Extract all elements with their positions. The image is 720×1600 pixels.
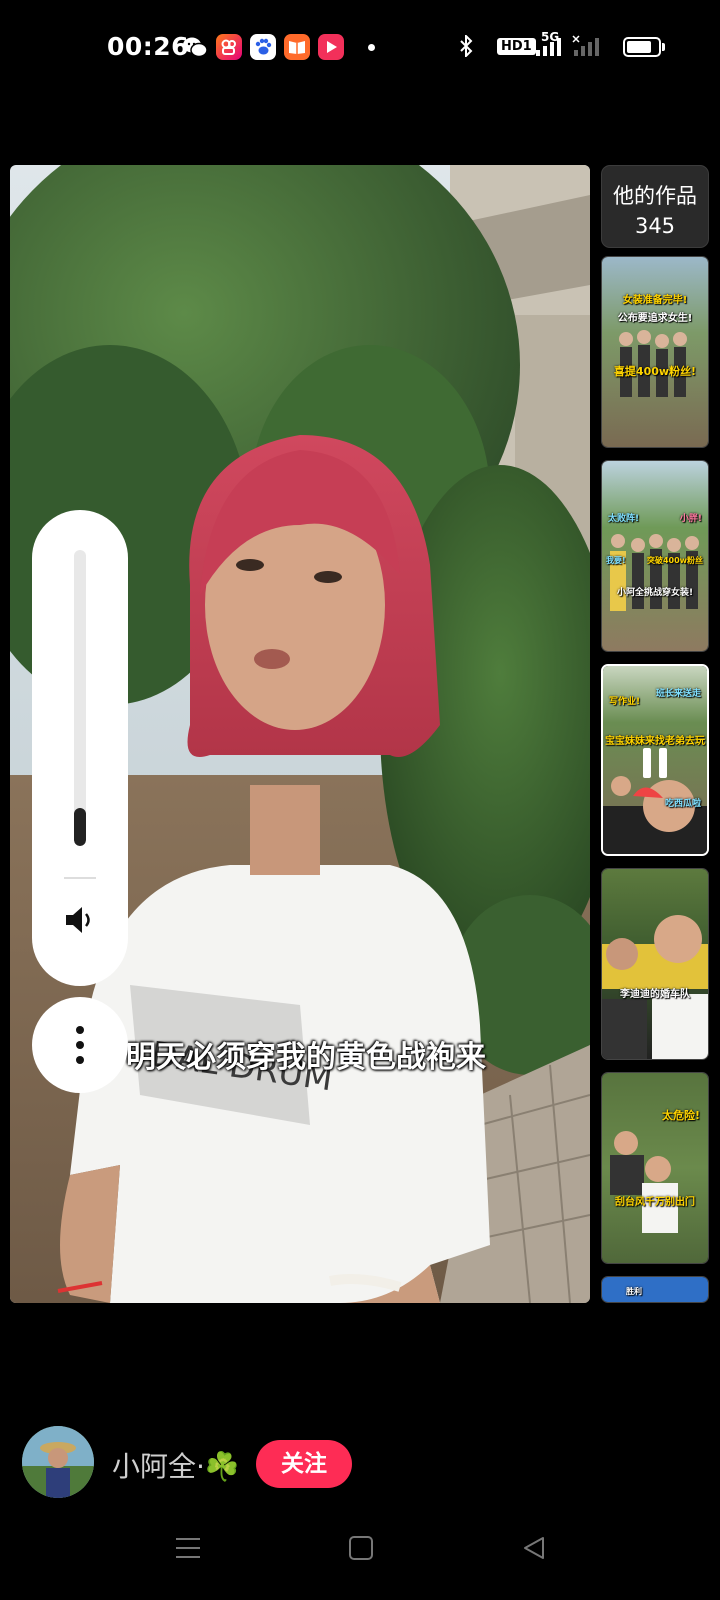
nav-home-button[interactable] xyxy=(349,1536,373,1564)
kuaishou-icon xyxy=(216,34,242,60)
clover-icon: ☘️ xyxy=(204,1450,240,1483)
status-bar: 00:26 HD1 5G xyxy=(0,0,720,96)
menu-icon xyxy=(176,1538,200,1558)
more-vertical-icon xyxy=(76,1026,84,1064)
thumbnail-caption: 小胖! xyxy=(679,514,702,524)
thumbnail-caption: 我要! xyxy=(606,556,626,565)
baidu-icon xyxy=(250,34,276,60)
thumbnail-caption: 喜提400w粉丝! xyxy=(613,365,697,378)
work-thumbnail-4[interactable]: 李迪迪的婚车队 xyxy=(601,868,709,1060)
back-icon xyxy=(524,1537,544,1559)
volume-divider xyxy=(64,877,96,879)
thumbnail-caption: 太危险! xyxy=(661,1109,700,1122)
volume-panel[interactable] xyxy=(32,510,128,986)
battery-tip xyxy=(662,43,665,51)
video-app-icon xyxy=(318,34,344,60)
work-thumbnail-1[interactable]: 女装准备完毕! 公布要追求女生! 喜提400w粉丝! xyxy=(601,256,709,448)
work-thumbnail-6[interactable]: 胜利 xyxy=(601,1276,709,1303)
thumbnail-caption: 胜利 xyxy=(626,1287,642,1296)
battery-fill xyxy=(627,41,651,53)
work-thumbnail-2[interactable]: 太败阵! 小胖! 突破400w粉丝 我要! 小阿全挑战穿女装! xyxy=(601,460,709,652)
notification-dot xyxy=(368,44,375,51)
bluetooth-icon xyxy=(459,33,473,61)
author-name[interactable]: 小阿全·☘️ xyxy=(112,1445,240,1485)
work-thumbnail-5[interactable]: 太危险! 刮台风千万别出门 xyxy=(601,1072,709,1264)
thumbnail-caption: 李迪迪的婚车队 xyxy=(620,989,690,1000)
nav-back-button[interactable] xyxy=(522,1536,546,1564)
video-subtitle: 明天必须穿我的黄色战袍来 xyxy=(126,1040,486,1075)
hd-badge: HD1 xyxy=(497,38,536,55)
signal-icon xyxy=(534,34,564,62)
thumbnail-caption: 班长来送走 xyxy=(655,689,701,699)
home-icon xyxy=(349,1536,373,1560)
thumbnail-caption: 公布要追求女生! xyxy=(617,313,693,324)
work-thumbnail-3-current[interactable]: 写作业! 班长来送走 宝宝妹妹来找老弟去玩 吃西瓜啦 xyxy=(601,664,709,856)
pause-icon xyxy=(643,748,669,778)
works-count: 345 xyxy=(634,214,676,238)
thumbnail-caption: 女装准备完毕! xyxy=(622,295,688,306)
avatar[interactable] xyxy=(22,1426,94,1498)
more-options-button[interactable] xyxy=(32,997,128,1093)
volume-slider[interactable] xyxy=(74,550,86,846)
works-title: 他的作品 xyxy=(613,184,697,208)
works-header[interactable]: 他的作品 345 xyxy=(601,165,709,248)
thumbnail-caption: 吃西瓜啦 xyxy=(664,799,701,809)
wechat-icon xyxy=(182,34,208,60)
thumbnail-caption: 宝宝妹妹来找老弟去玩 xyxy=(605,736,705,747)
battery-icon xyxy=(623,37,661,57)
author-name-text: 小阿全· xyxy=(112,1450,205,1483)
thumbnail-caption: 刮台风千万别出门 xyxy=(615,1197,695,1208)
volume-slider-fill xyxy=(74,807,86,846)
signal-no-service-icon xyxy=(572,34,602,62)
speaker-icon[interactable] xyxy=(64,905,96,939)
thumbnail-caption: 小阿全挑战穿女装! xyxy=(616,588,694,598)
follow-button[interactable]: 关注 xyxy=(256,1440,352,1488)
reader-icon xyxy=(284,34,310,60)
status-time: 00:26 xyxy=(107,32,190,61)
nav-menu-button[interactable] xyxy=(176,1536,200,1564)
